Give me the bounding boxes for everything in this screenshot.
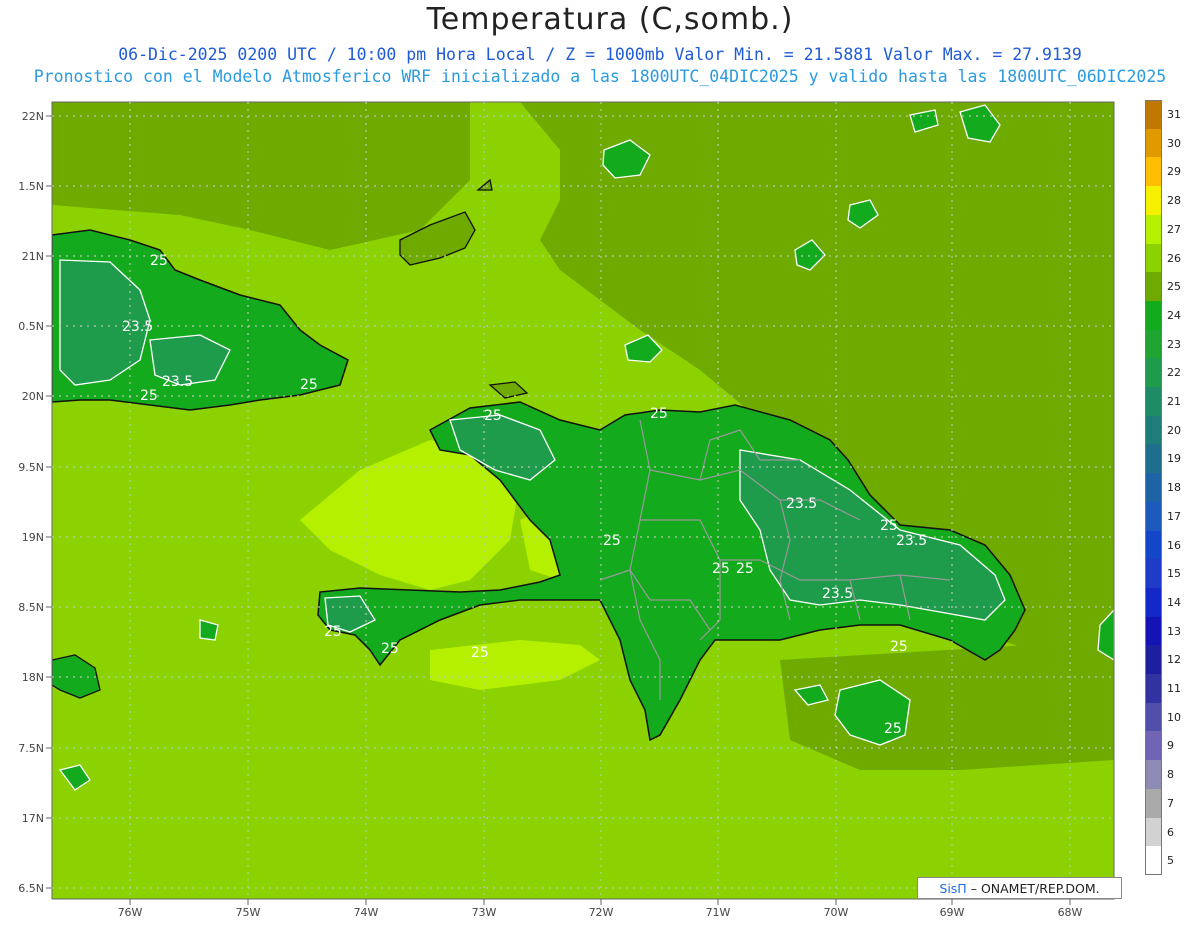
colorbar-swatch — [1145, 760, 1162, 790]
colorbar-label: 17 — [1167, 509, 1181, 523]
lat-label: 8.5N — [18, 601, 44, 614]
colorbar-label: 24 — [1167, 308, 1181, 322]
colorbar-swatch — [1145, 329, 1162, 359]
colorbar-swatch — [1145, 243, 1162, 273]
lon-label: 74W — [353, 906, 379, 919]
contour-label: 25 — [603, 533, 621, 549]
colorbar-swatch — [1145, 100, 1162, 130]
colorbar-swatch — [1145, 559, 1162, 589]
lat-label: 22N — [21, 110, 44, 123]
sispi-logo: SisΠ — [939, 880, 967, 896]
lon-label: 71W — [705, 906, 731, 919]
lat-label: 0.5N — [18, 320, 44, 333]
colorbar-label: 13 — [1167, 624, 1181, 638]
contour-label: 25 — [300, 377, 318, 393]
contour-label: 23.5 — [122, 319, 153, 335]
colorbar-label: 20 — [1167, 423, 1181, 437]
contour-label: 25 — [712, 561, 730, 577]
lat-label: 19N — [21, 531, 44, 544]
colorbar-swatch — [1145, 616, 1162, 646]
contour-label: 25 — [381, 641, 399, 657]
lon-label: 72W — [588, 906, 614, 919]
lat-label: 18N — [21, 671, 44, 684]
colorbar-label: 19 — [1167, 452, 1181, 466]
lon-label: 68W — [1057, 906, 1083, 919]
colorbar-swatch — [1145, 473, 1162, 503]
colorbar-label: 16 — [1167, 538, 1181, 552]
contour-label: 23.5 — [822, 586, 853, 602]
colorbar-swatch — [1145, 587, 1162, 618]
lat-label: 9.5N — [18, 461, 44, 474]
colorbar-label: 18 — [1167, 481, 1181, 495]
colorbar-label: 22 — [1167, 366, 1181, 380]
colorbar-swatch — [1145, 846, 1162, 876]
colorbar-label: 23 — [1167, 337, 1181, 351]
colorbar-label: 31 — [1167, 108, 1181, 121]
lat-label: 20N — [21, 390, 44, 403]
contour-label: 25 — [471, 645, 489, 661]
colorbar-swatch — [1145, 128, 1162, 158]
temperature-map: 25 23.5 23.5 25 25 25 25 25 25 25 23.5 2… — [46, 101, 1115, 905]
colorbar-label: 12 — [1167, 653, 1181, 667]
lon-label: 69W — [939, 906, 965, 919]
lon-label: 75W — [235, 906, 261, 919]
colorbar-label: 25 — [1167, 280, 1181, 294]
colorbar-label: 21 — [1167, 395, 1181, 408]
contour-label: 25 — [484, 408, 502, 424]
colorbar-label: 5 — [1167, 854, 1174, 868]
lon-label: 73W — [471, 906, 497, 919]
lat-label: 6.5N — [18, 882, 44, 895]
contour-label: 25 — [884, 721, 902, 737]
colorbar-swatch — [1145, 788, 1162, 818]
colorbar-label: 15 — [1167, 567, 1181, 581]
colorbar-label: 26 — [1167, 251, 1181, 265]
colorbar-swatch — [1145, 731, 1162, 761]
contour-label: 25 — [890, 639, 908, 655]
sea-dark-region-se — [780, 640, 1114, 770]
colorbar-swatch — [1145, 157, 1162, 187]
contour-label: 25 — [650, 406, 668, 422]
colorbar-label: 11 — [1167, 682, 1181, 695]
colorbar-label: 14 — [1167, 595, 1181, 609]
colorbar-swatch — [1145, 817, 1162, 847]
contour-label: 25 — [736, 561, 754, 577]
colorbar-swatch — [1145, 645, 1162, 675]
colorbar-swatch — [1145, 387, 1162, 417]
credit-box: SisΠ – ONAMET/REP.DOM. — [917, 877, 1122, 899]
colorbar-swatch — [1145, 415, 1162, 445]
colorbar-label: 27 — [1167, 222, 1181, 236]
contour-label: 25 — [324, 624, 342, 640]
contour-label: 23.5 — [896, 533, 927, 549]
colorbar-label: 10 — [1167, 710, 1181, 724]
credit-text: – ONAMET/REP.DOM. — [970, 880, 1100, 896]
contour-label: 23.5 — [786, 496, 817, 512]
colorbar-swatch — [1145, 272, 1162, 302]
lat-label: 7.5N — [18, 742, 44, 755]
colorbar-label: 9 — [1167, 739, 1174, 753]
colorbar-label: 6 — [1167, 825, 1174, 839]
colorbar-label: 7 — [1167, 796, 1174, 810]
colorbar-swatch — [1145, 501, 1162, 531]
lon-label: 70W — [823, 906, 849, 919]
lon-label: 76W — [117, 906, 143, 919]
colorbar-label: 8 — [1167, 768, 1174, 782]
colorbar-swatch — [1145, 300, 1162, 331]
colorbar-swatch — [1145, 530, 1162, 560]
colorbar-swatch — [1145, 702, 1162, 732]
contour-label: 25 — [880, 518, 898, 534]
lat-label: 17N — [21, 812, 44, 825]
colorbar-swatch — [1145, 186, 1162, 216]
colorbar-label: 28 — [1167, 194, 1181, 208]
lat-label: 21N — [21, 250, 44, 263]
colorbar-label: 30 — [1167, 136, 1181, 150]
lat-label: 1.5N — [18, 180, 44, 193]
contour-label: 25 — [140, 388, 158, 404]
contour-label: 25 — [150, 253, 168, 269]
colorbar-swatch — [1145, 358, 1162, 388]
colorbar-swatch — [1145, 674, 1162, 704]
colorbar-label: 29 — [1167, 165, 1181, 179]
contour-label: 23.5 — [162, 374, 193, 390]
colorbar-swatch — [1145, 214, 1162, 244]
colorbar-swatch — [1145, 444, 1162, 474]
